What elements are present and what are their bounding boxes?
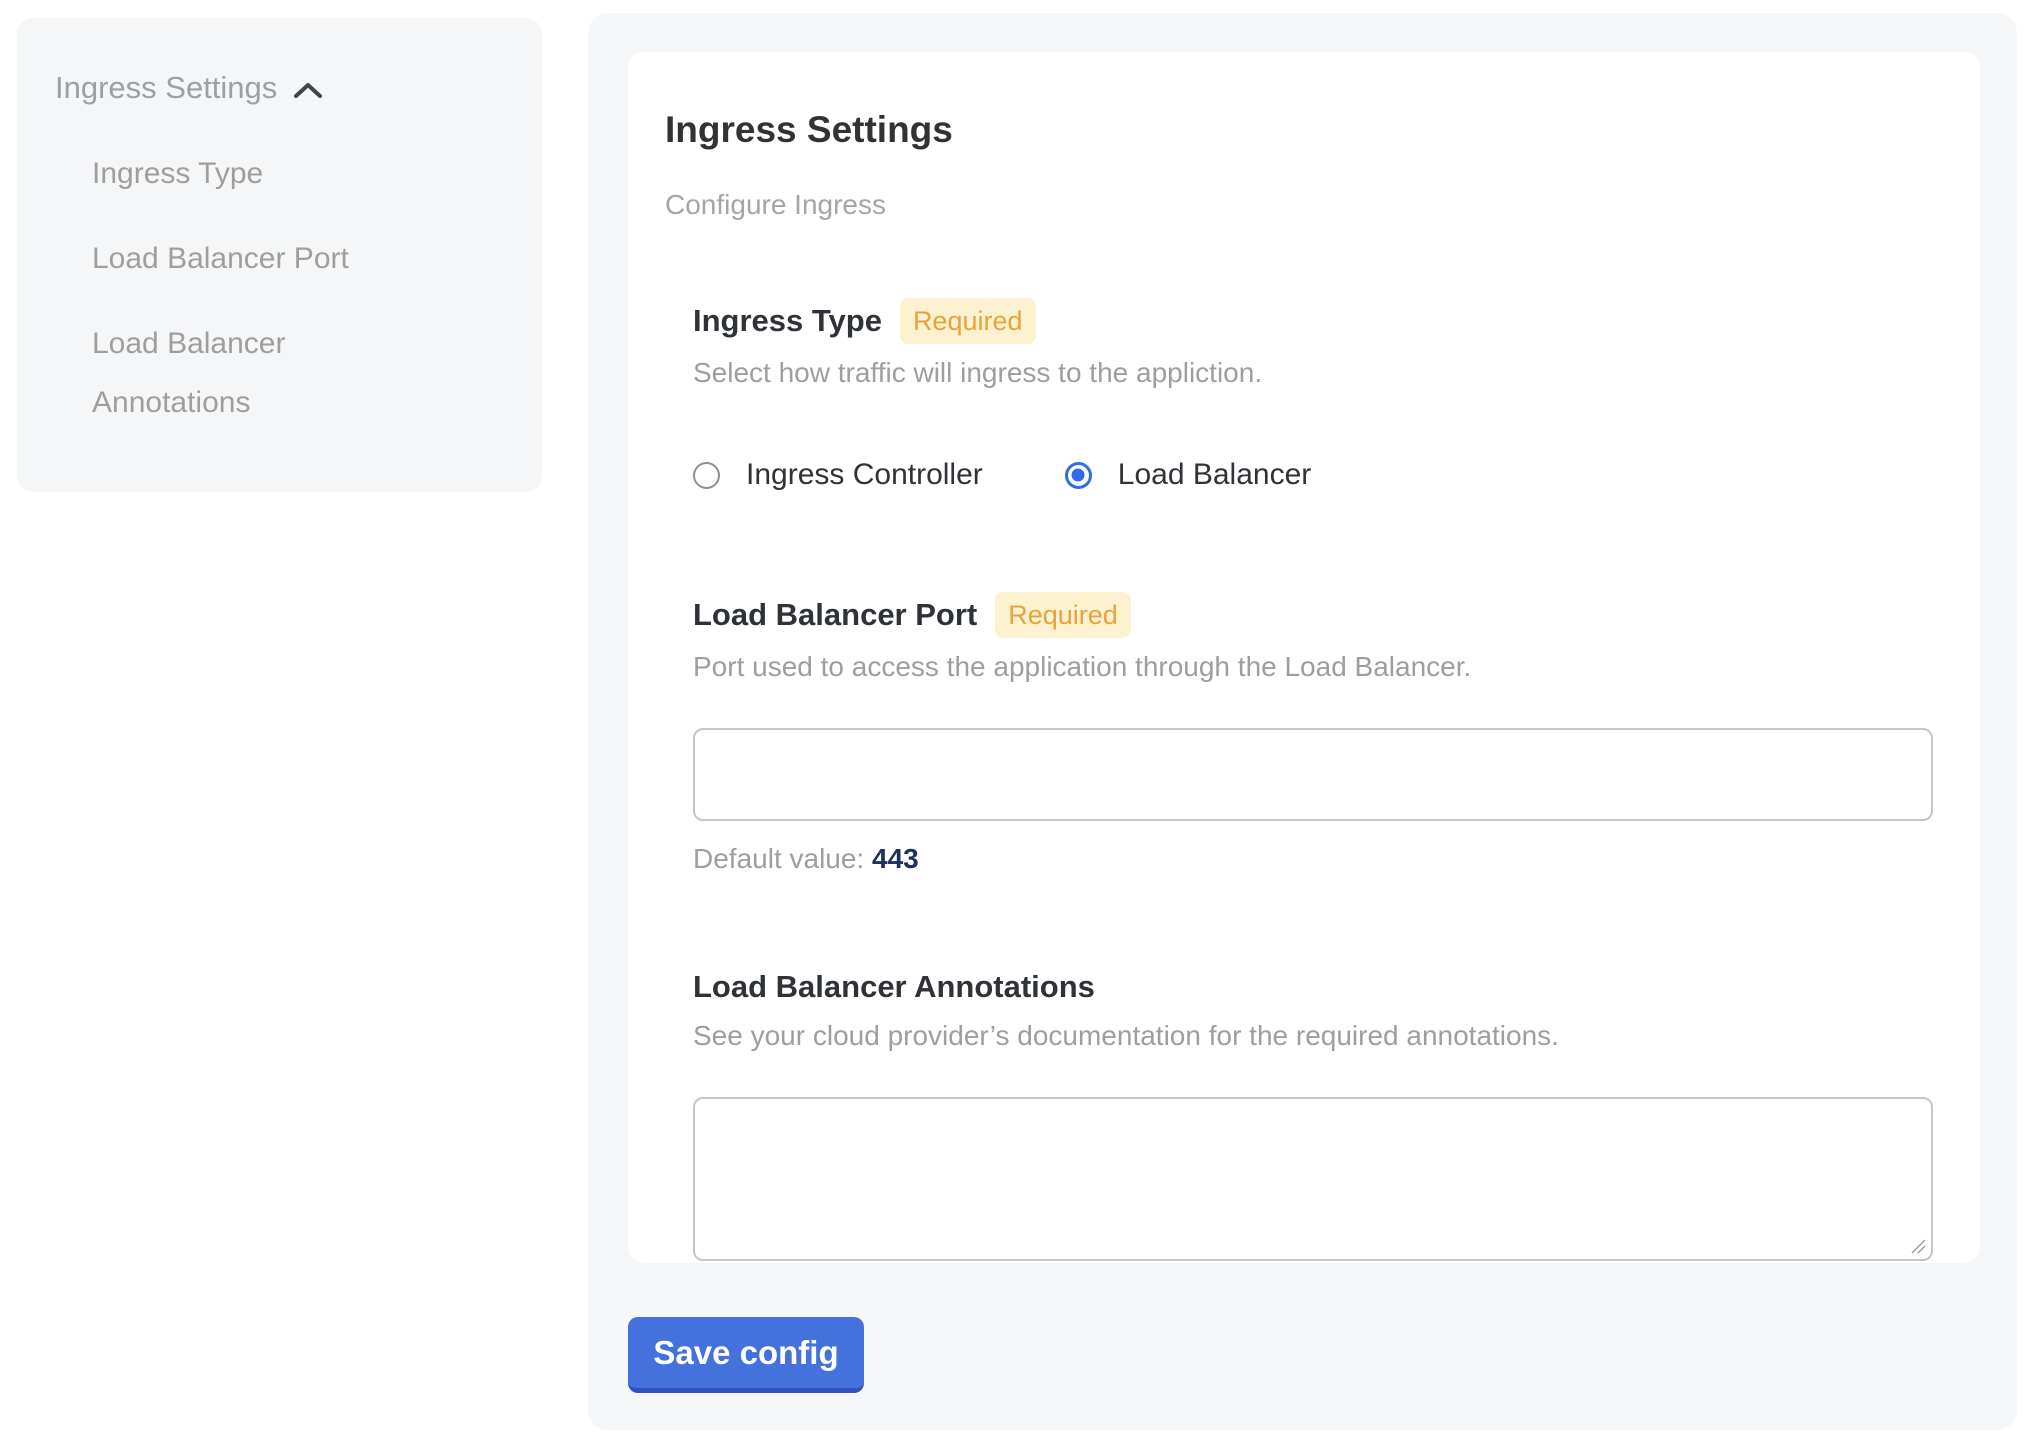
sidebar-item-list: Ingress Type Load Balancer Port Load Bal… [55, 144, 504, 432]
sidebar-group-ingress-settings[interactable]: Ingress Settings [55, 68, 504, 108]
required-badge: Required [900, 298, 1036, 344]
radio-circle-selected[interactable] [1065, 462, 1092, 489]
ingress-type-radio-group: Ingress Controller Load Balancer [693, 458, 1935, 492]
load-balancer-annotations-textarea[interactable] [695, 1099, 1931, 1259]
field-label-load-balancer-port: Load Balancer Port [693, 595, 977, 635]
config-nav-sidebar: Ingress Settings Ingress Type Load Balan… [17, 18, 542, 492]
radio-option-ingress-controller[interactable]: Ingress Controller [693, 458, 983, 492]
default-value-label: Default value: [693, 843, 864, 874]
default-value: 443 [872, 843, 919, 874]
field-description-ingress-type: Select how traffic will ingress to the a… [693, 356, 1935, 390]
field-label-load-balancer-annotations: Load Balancer Annotations [693, 967, 1095, 1007]
field-description-load-balancer-port: Port used to access the application thro… [693, 650, 1935, 684]
save-config-button[interactable]: Save config [628, 1317, 864, 1393]
field-load-balancer-annotations: Load Balancer Annotations See your cloud… [693, 967, 1935, 1261]
field-load-balancer-port: Load Balancer Port Required Port used to… [693, 592, 1935, 875]
sidebar-item-load-balancer-port[interactable]: Load Balancer Port [92, 229, 392, 288]
required-badge: Required [995, 592, 1131, 638]
sidebar-group-label: Ingress Settings [55, 68, 277, 108]
resize-grip-icon[interactable] [1910, 1238, 1926, 1254]
chevron-up-icon [293, 81, 323, 99]
field-label-ingress-type: Ingress Type [693, 301, 882, 341]
sidebar-item-ingress-type[interactable]: Ingress Type [92, 144, 392, 203]
config-fields: Ingress Type Required Select how traffic… [693, 298, 1935, 1261]
config-card: Ingress Settings Configure Ingress Ingre… [628, 52, 1980, 1263]
radio-option-load-balancer[interactable]: Load Balancer [1065, 458, 1311, 492]
default-value-row: Default value: 443 [693, 843, 1935, 875]
radio-label-ingress-controller: Ingress Controller [746, 458, 983, 492]
config-panel: Ingress Settings Configure Ingress Ingre… [588, 13, 2017, 1430]
radio-circle-unselected[interactable] [693, 462, 720, 489]
page-subtitle: Configure Ingress [665, 188, 1935, 222]
load-balancer-port-input[interactable] [693, 728, 1933, 821]
load-balancer-annotations-textarea-box [693, 1097, 1933, 1261]
field-description-load-balancer-annotations: See your cloud provider’s documentation … [693, 1019, 1935, 1053]
sidebar-item-load-balancer-annotations[interactable]: Load Balancer Annotations [92, 314, 392, 432]
field-ingress-type: Ingress Type Required Select how traffic… [693, 298, 1935, 492]
radio-label-load-balancer: Load Balancer [1118, 458, 1311, 492]
page-title: Ingress Settings [665, 108, 1935, 152]
